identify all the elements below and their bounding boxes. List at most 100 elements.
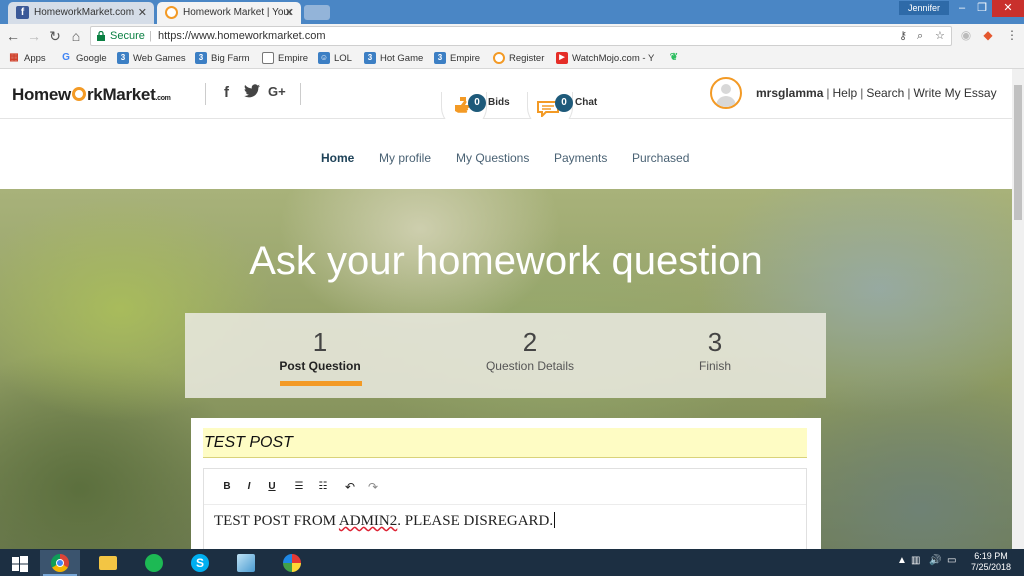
browser-title-bar: f HomeworkMarket.com ✕ Homework Market |… (0, 0, 1024, 24)
username-link[interactable]: mrsglamma (756, 86, 823, 100)
nav-home[interactable]: Home (321, 151, 354, 165)
bookmark-site-icon: 3 (364, 52, 376, 64)
logo-o-icon (71, 87, 86, 101)
bullet-list-icon[interactable]: ☰ (292, 480, 306, 494)
undo-icon[interactable]: ↶ (343, 480, 357, 494)
browser-toolbar: ← → ↻ ⌂ Secure | https://www.homeworkmar… (0, 24, 1024, 48)
close-icon[interactable]: ✕ (285, 6, 294, 19)
forward-icon[interactable]: → (25, 27, 43, 45)
app-icon (237, 554, 255, 572)
chat-count-badge: 0 (555, 94, 573, 112)
numbered-list-icon[interactable]: ☷ (316, 480, 330, 494)
facebook-icon[interactable]: f (224, 84, 229, 101)
active-step-indicator (280, 381, 362, 386)
network-icon[interactable]: ▥ (911, 555, 920, 566)
lock-icon (97, 31, 105, 41)
chat-label: Chat (575, 97, 598, 108)
reload-icon[interactable]: ↻ (46, 27, 64, 45)
divider (205, 83, 206, 105)
bookmark-apps[interactable]: ▦ Apps (8, 51, 45, 67)
extension-icon[interactable]: ◉ (958, 27, 974, 43)
bookmark-big-farm[interactable]: 3 Big Farm (195, 51, 250, 67)
underline-icon[interactable]: U (265, 480, 279, 494)
bookmark-watchmojo[interactable]: ▶ WatchMojo.com - Y (556, 51, 654, 67)
key-icon[interactable]: ⚷ (899, 27, 907, 45)
taskbar-paint[interactable] (272, 550, 312, 576)
bookmark-empire[interactable]: Empire (262, 51, 308, 67)
extension-icon[interactable]: ◆ (980, 27, 996, 43)
bookmark-hot-game[interactable]: 3 Hot Game (364, 51, 423, 67)
google-plus-icon[interactable]: G+ (268, 84, 286, 99)
taskbar-app[interactable] (226, 550, 266, 576)
start-button[interactable] (0, 550, 40, 576)
minimize-icon[interactable]: – (952, 0, 972, 17)
address-bar[interactable]: Secure | https://www.homeworkmarket.com … (90, 26, 952, 46)
nav-my-questions[interactable]: My Questions (456, 151, 529, 165)
url-text[interactable]: https://www.homeworkmarket.com (158, 27, 326, 45)
windows-taskbar: S ▲ ▥ 🔊 ▭ 6:19 PM 7/25/2018 (0, 549, 1024, 576)
facebook-icon: f (16, 6, 29, 19)
scroll-thumb[interactable] (1014, 85, 1022, 220)
google-icon: G (62, 52, 70, 63)
home-icon[interactable]: ⌂ (67, 27, 85, 45)
hero-title: Ask your homework question (249, 239, 763, 283)
taskbar-spotify[interactable] (134, 550, 174, 576)
nav-payments[interactable]: Payments (554, 151, 607, 165)
zoom-icon[interactable]: ⌕ (917, 27, 923, 45)
bookmark-google[interactable]: G Google (60, 51, 107, 67)
page-icon (262, 52, 274, 64)
editor-content[interactable]: TEST POST FROM ADMIN2. PLEASE DISREGARD. (214, 512, 556, 530)
skype-icon: S (191, 554, 209, 572)
profile-chip[interactable]: Jennifer (899, 1, 949, 15)
bookmark-empire-2[interactable]: 3 Empire (434, 51, 480, 67)
close-icon[interactable]: ✕ (138, 6, 147, 19)
nav-purchased[interactable]: Purchased (632, 151, 689, 165)
taskbar-file-explorer[interactable] (88, 550, 128, 576)
site-header: Homew rkMarket.com f G+ 0 Bids 0 Chat mrs… (0, 69, 1012, 130)
nav-my-profile[interactable]: My profile (379, 151, 431, 165)
tray-expand-icon[interactable]: ▲ (897, 555, 907, 566)
restore-icon[interactable]: ❐ (972, 0, 992, 17)
help-link[interactable]: Help (833, 86, 858, 100)
editor-toolbar: B I U ☰ ☷ ↶ ↷ (204, 469, 806, 505)
hwm-icon (493, 52, 505, 64)
secure-label: Secure (110, 30, 145, 42)
bookmark-star-icon[interactable]: ☆ (935, 27, 945, 45)
bookmark-lol[interactable]: ☺ LOL (318, 51, 352, 67)
question-form: TEST POST B I U ☰ ☷ ↶ ↷ TEST POST FROM A… (191, 418, 821, 549)
browser-tab-homeworkmarket[interactable]: f HomeworkMarket.com ✕ (8, 2, 154, 24)
twitter-icon[interactable] (244, 84, 260, 102)
taskbar-skype[interactable]: S (180, 550, 220, 576)
browser-tab-active[interactable]: Homework Market | Your ✕ (157, 2, 301, 24)
question-editor: B I U ☰ ☷ ↶ ↷ TEST POST FROM ADMIN2. PLE… (203, 468, 807, 549)
bookmark-web-games[interactable]: 3 Web Games (117, 51, 186, 67)
site-logo[interactable]: Homew rkMarket.com (12, 85, 171, 105)
step-question-details: 2 Question Details (450, 327, 610, 373)
step-label: Question Details (485, 359, 575, 373)
steps-panel: 1 Post Question 2 Question Details 3 Fin… (185, 313, 826, 398)
bookmark-register[interactable]: Register (493, 51, 544, 67)
notification-icon[interactable]: ▭ (947, 555, 956, 566)
url-separator: | (149, 30, 152, 42)
page-scrollbar[interactable] (1012, 69, 1024, 549)
avatar[interactable] (710, 77, 742, 109)
window-close-icon[interactable]: ✕ (992, 0, 1024, 17)
question-title-input[interactable]: TEST POST (203, 428, 807, 458)
step-number: 1 (312, 327, 328, 357)
step-finish: 3 Finish (635, 327, 795, 373)
menu-icon[interactable]: ⋮ (1004, 27, 1020, 43)
bookmark-evernote[interactable]: ❦ (668, 51, 684, 67)
redo-icon[interactable]: ↷ (366, 480, 380, 494)
search-link[interactable]: Search (866, 86, 904, 100)
write-my-essay-link[interactable]: Write My Essay (913, 86, 996, 100)
bold-icon[interactable]: B (220, 480, 234, 494)
system-clock[interactable]: 6:19 PM 7/25/2018 (968, 551, 1014, 573)
italic-icon[interactable]: I (242, 480, 256, 494)
main-nav: Home My profile My Questions Payments Pu… (0, 119, 1012, 189)
back-icon[interactable]: ← (4, 27, 22, 45)
youtube-icon: ▶ (556, 52, 568, 64)
new-tab-button[interactable] (304, 5, 330, 20)
tab-title: Homework Market | Your (183, 7, 293, 18)
volume-icon[interactable]: 🔊 (929, 555, 941, 566)
taskbar-chrome[interactable] (40, 550, 80, 576)
